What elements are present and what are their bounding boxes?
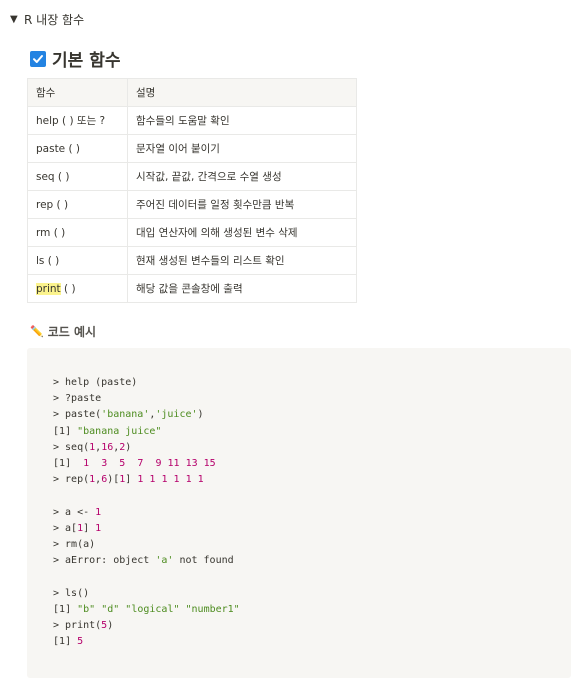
code-text: ] xyxy=(83,522,96,534)
cell-function: rep ( ) xyxy=(27,190,128,219)
code-text: ] xyxy=(65,425,78,437)
functions-table: 함수 설명 help ( ) 또는 ? 함수들의 도움말 확인 paste ( … xyxy=(27,78,357,303)
table-row: seq ( ) 시작값, 끝값, 간격으로 수열 생성 xyxy=(27,162,357,191)
code-text: ] xyxy=(65,636,78,648)
code-string: "b" xyxy=(77,603,96,615)
code-string: "d" xyxy=(101,603,120,615)
cell-function-rest: ( ) xyxy=(60,282,76,295)
code-line: > ?paste xyxy=(53,391,240,407)
pencil-icon: ✏️ xyxy=(30,325,44,338)
code-line: > seq(1,16,2) xyxy=(53,440,240,456)
code-text: > ?paste xyxy=(53,393,102,405)
code-string: "number1" xyxy=(185,603,240,615)
code-line: > help (paste) xyxy=(53,375,240,391)
cell-description: 대입 연산자에 의해 생성된 변수 삭제 xyxy=(127,218,357,247)
code-line: [1] "b" "d" "logical" "number1" xyxy=(53,602,240,618)
code-number: 1 xyxy=(95,522,102,534)
table-row: ls ( ) 현재 생성된 변수들의 리스트 확인 xyxy=(27,246,357,275)
code-text: > rep( xyxy=(53,474,90,486)
code-number: 11 xyxy=(167,458,180,470)
code-number: 1 xyxy=(95,506,102,518)
code-line: > ls() xyxy=(53,586,240,602)
cell-function: print ( ) xyxy=(27,274,128,303)
cell-function: help ( ) 또는 ? xyxy=(27,106,128,135)
caret-down-icon[interactable]: ▼ xyxy=(10,14,24,25)
cell-description: 주어진 데이터를 일정 횟수만큼 반복 xyxy=(127,190,357,219)
code-line: > rep(1,6)[1] 1 1 1 1 1 1 xyxy=(53,472,240,488)
table-row: print ( ) 해당 값을 콘솔창에 출력 xyxy=(27,274,357,303)
code-text: )[ xyxy=(107,474,120,486)
heading-text: 기본 함수 xyxy=(52,51,121,71)
code-line: [1] "banana juice" xyxy=(53,424,240,440)
code-text: ] xyxy=(65,603,78,615)
header-cell-description: 설명 xyxy=(127,78,357,107)
code-line: > a <- 1 xyxy=(53,505,240,521)
code-string: 'banana' xyxy=(101,409,150,421)
table-row: help ( ) 또는 ? 함수들의 도움말 확인 xyxy=(27,106,357,135)
code-number: 15 xyxy=(203,458,216,470)
table-row: rep ( ) 주어진 데이터를 일정 횟수만큼 반복 xyxy=(27,190,357,219)
cell-function: paste ( ) xyxy=(27,134,128,163)
code-section-title: ✏️ 코드 예시 xyxy=(30,323,96,340)
code-text: > a[ xyxy=(53,522,78,534)
code-string: "logical" xyxy=(125,603,180,615)
code-string: 'a' xyxy=(155,555,174,567)
cell-description: 문자열 이어 붙이기 xyxy=(127,134,357,163)
code-line: > aError: object 'a' not found xyxy=(53,553,240,569)
cell-description: 해당 값을 콘솔창에 출력 xyxy=(127,274,357,303)
code-line: > print(5) xyxy=(53,618,240,634)
code-text: ) xyxy=(107,620,114,632)
code-text: ) xyxy=(197,409,204,421)
code-line: > a[1] 1 xyxy=(53,521,240,537)
code-number: 13 xyxy=(185,458,198,470)
table-row: rm ( ) 대입 연산자에 의해 생성된 변수 삭제 xyxy=(27,218,357,247)
code-line: > paste('banana','juice') xyxy=(53,407,240,423)
toggle-title: R 내장 함수 xyxy=(24,13,85,27)
code-text: > paste( xyxy=(53,409,102,421)
toggle-block[interactable]: ▼ R 내장 함수 xyxy=(10,11,84,28)
table-header-row: 함수 설명 xyxy=(27,78,357,107)
code-text: > seq( xyxy=(53,441,90,453)
cell-description: 현재 생성된 변수들의 리스트 확인 xyxy=(127,246,357,275)
code-text: > help (paste) xyxy=(53,377,138,388)
code-block[interactable]: > help (paste) > ?paste > paste('banana','… xyxy=(27,348,571,678)
highlighted-text: print xyxy=(36,282,61,295)
code-line: [1] 5 xyxy=(53,634,240,650)
heading-block: 기본 함수 xyxy=(30,46,120,71)
cell-description: 시작값, 끝값, 간격으로 수열 생성 xyxy=(127,162,357,191)
code-line: > rm(a) xyxy=(53,537,240,553)
code-text: > aError: object xyxy=(53,555,156,567)
code-line: [1] 1 3 5 7 9 11 13 15 xyxy=(53,456,240,472)
header-cell-function: 함수 xyxy=(27,78,128,107)
code-text: not found xyxy=(173,555,234,567)
code-text: > a <- xyxy=(53,506,96,518)
code-text: > ls() xyxy=(53,587,90,599)
table-row: paste ( ) 문자열 이어 붙이기 xyxy=(27,134,357,163)
code-number: 5 xyxy=(77,636,84,648)
code-text: > print( xyxy=(53,620,102,632)
code-number: 1 xyxy=(197,474,204,486)
code-lines: > help (paste) > ?paste > paste('banana','… xyxy=(53,375,240,650)
code-text: > rm(a) xyxy=(53,539,96,551)
code-text: ) xyxy=(125,441,132,453)
cell-function: rm ( ) xyxy=(27,218,128,247)
code-string: "banana juice" xyxy=(77,425,162,437)
cell-description: 함수들의 도움말 확인 xyxy=(127,106,357,135)
code-text: ] xyxy=(125,474,138,486)
code-number: 16 xyxy=(101,441,114,453)
checkbox-icon[interactable] xyxy=(30,50,46,67)
code-section-label: 코드 예시 xyxy=(47,325,97,339)
cell-function: seq ( ) xyxy=(27,162,128,191)
code-text: ] xyxy=(65,458,84,470)
code-string: 'juice' xyxy=(155,409,198,421)
cell-function: ls ( ) xyxy=(27,246,128,275)
